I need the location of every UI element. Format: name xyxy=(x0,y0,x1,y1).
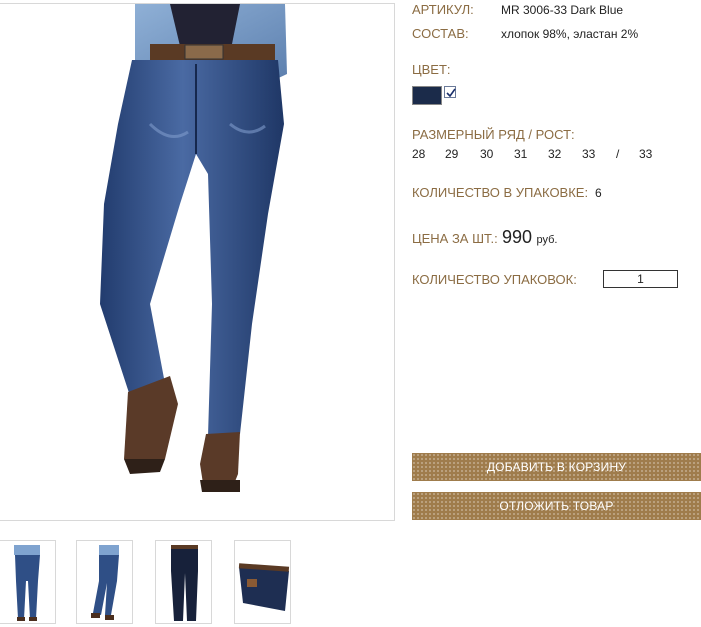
size-item: 32 xyxy=(548,147,562,161)
size-item: 28 xyxy=(412,147,426,161)
price-value: 990 xyxy=(502,227,533,247)
jeans-model-image xyxy=(100,4,287,492)
size-range-label: РАЗМЕРНЫЙ РЯД / РОСТ: xyxy=(412,127,575,142)
pack-quantity-label: КОЛИЧЕСТВО В УПАКОВКЕ: xyxy=(412,185,589,200)
thumbnail-side-view[interactable] xyxy=(76,540,133,624)
size-separator: / xyxy=(616,147,620,161)
thumbnail-detail-image xyxy=(238,563,290,611)
color-label: ЦВЕТ: xyxy=(412,62,451,77)
add-to-cart-label: ДОБАВИТЬ В КОРЗИНУ xyxy=(486,460,627,474)
height-item: 33 xyxy=(639,147,653,161)
thumbnail-detail-waist[interactable] xyxy=(234,540,291,624)
thumbnail-front-view[interactable] xyxy=(0,540,56,624)
main-product-photo[interactable] xyxy=(0,3,395,521)
thumbnail-front-image xyxy=(14,545,40,621)
checkmark-icon xyxy=(446,88,456,98)
thumbnail-flat-lay[interactable] xyxy=(155,540,212,624)
price-block: 990 руб. xyxy=(502,227,557,248)
price-currency: руб. xyxy=(536,234,558,246)
thumbnail-flat-image xyxy=(171,545,198,621)
composition-value: хлопок 98%, эластан 2% xyxy=(501,27,639,41)
save-item-button[interactable]: ОТЛОЖИТЬ ТОВАР xyxy=(412,492,701,520)
color-swatch-dark-blue[interactable] xyxy=(412,86,442,105)
composition-label: СОСТАВ: xyxy=(412,26,469,41)
size-item: 31 xyxy=(514,147,528,161)
article-label: АРТИКУЛ: xyxy=(412,2,474,17)
size-item: 30 xyxy=(480,147,494,161)
pack-quantity-value: 6 xyxy=(595,186,602,200)
size-item: 33 xyxy=(582,147,596,161)
color-checkbox[interactable] xyxy=(444,86,456,98)
article-value: MR 3006-33 Dark Blue xyxy=(501,3,624,17)
packs-count-input[interactable] xyxy=(603,270,678,288)
size-item: 29 xyxy=(445,147,459,161)
price-label: ЦЕНА ЗА ШТ.: xyxy=(412,231,498,246)
add-to-cart-button[interactable]: ДОБАВИТЬ В КОРЗИНУ xyxy=(412,453,701,481)
packs-count-label: КОЛИЧЕСТВО УПАКОВОК: xyxy=(412,272,577,287)
save-item-label: ОТЛОЖИТЬ ТОВАР xyxy=(499,499,614,513)
thumbnail-side-image xyxy=(91,545,119,620)
